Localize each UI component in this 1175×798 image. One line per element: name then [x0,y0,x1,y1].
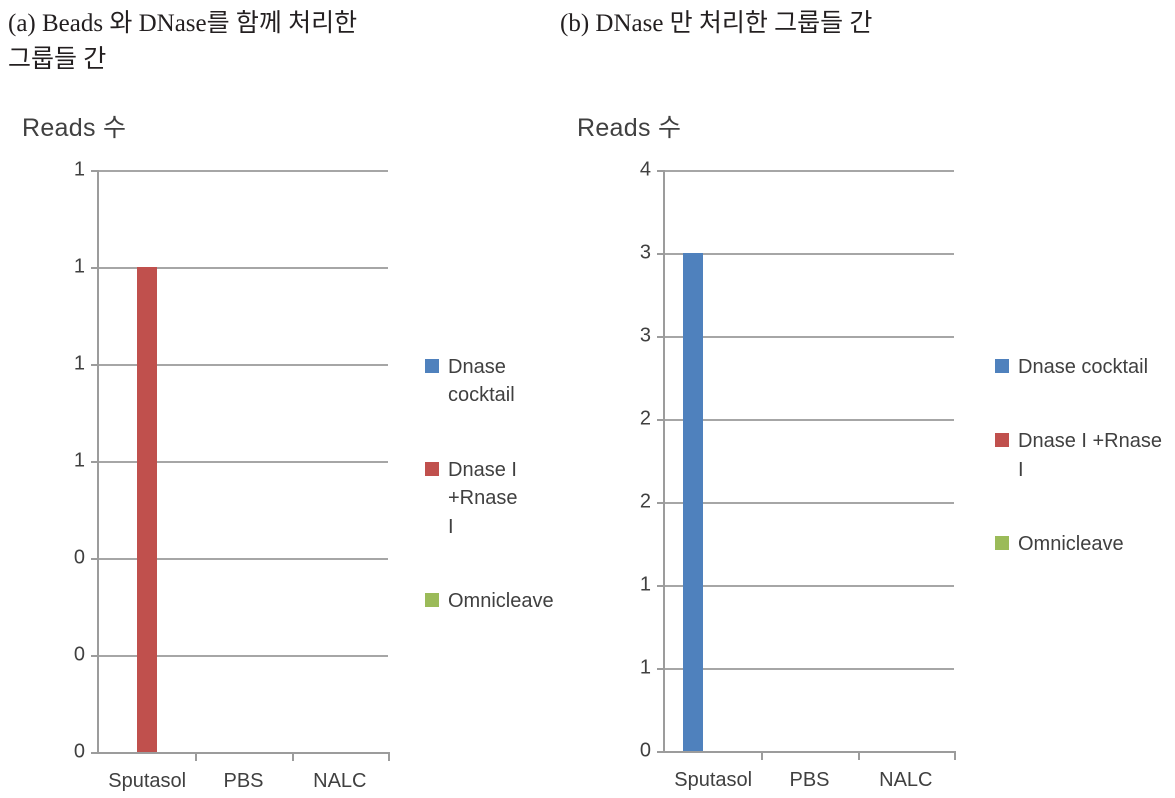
x-axis-tick-label: PBS [789,769,830,791]
legend-item[interactable]: Dnase I +Rnase I [995,427,1173,484]
x-axis-tick-label: PBS [223,770,264,792]
y-axis-tick-mark [657,419,665,421]
y-axis-tick-label: 1 [73,255,85,278]
legend-swatch-icon [425,592,439,607]
bar [683,253,704,751]
gridline [665,253,954,255]
legend-swatch-icon [995,433,1009,448]
chart-a-title: Reads 수 [22,114,127,142]
legend-item-label: Omnicleave [1018,533,1124,556]
y-axis-tick-label: 0 [73,740,85,763]
gridline [665,668,954,670]
y-axis-tick-mark [91,655,99,657]
y-axis-tick-mark [91,170,99,172]
chart-a-legend: Dnase cocktail Dnase I +Rnase I Omnicleave [425,353,575,615]
y-axis-tick-label: 1 [639,573,651,596]
gridline [665,419,954,421]
x-axis-tick-label: Sputasol [108,770,187,792]
x-axis-tick-label: NALC [313,770,367,792]
y-axis-tick-mark [657,751,665,753]
chart-panel-a: Reads 수 1 1 1 1 0 0 0 Sputasol PBS NALC Dnase coc… [0,108,575,798]
x-axis-separator [761,751,764,760]
y-axis-tick-label: 1 [73,158,85,181]
y-axis-tick-mark [657,668,665,670]
y-axis-tick-label: 0 [639,739,651,762]
y-axis-tick-mark [91,558,99,560]
y-axis-tick-mark [91,461,99,463]
chart-b-legend: Dnase cocktail Dnase I +Rnase I Omnicleave [995,353,1173,559]
y-axis-tick-label: 2 [639,407,651,430]
y-axis-tick-label: 3 [639,241,651,264]
x-axis-separator [291,752,294,761]
legend-item-label: Dnase I +Rnase I [1018,430,1162,481]
y-axis-tick-mark [657,336,665,338]
chart-b-plot-area: 4 3 3 2 2 1 1 0 Sputasol PBS NALC [640,159,956,791]
x-axis-tick-label: Sputasol [674,769,753,791]
gridline [99,170,388,172]
y-axis-tick-label: 2 [639,490,651,513]
figure-caption-a: (a) Beads 와 DNase를 함께 처리한 그룹들 간 [8,10,358,74]
legend-swatch-icon [425,461,439,476]
y-axis-tick-label: 0 [73,643,85,666]
gridline [665,585,954,587]
x-axis-separator [195,752,198,761]
gridline [665,336,954,338]
chart-b-title: Reads 수 [577,114,682,142]
x-axis-end-tick [388,752,390,761]
y-axis-tick-label: 4 [639,158,651,181]
x-axis-separator [857,751,860,760]
y-axis-tick-mark [657,253,665,255]
legend-swatch-icon [995,536,1009,551]
y-axis-tick-label: 3 [639,324,651,347]
y-axis-tick-mark [91,752,99,754]
legend-item[interactable]: Omnicleave [995,530,1173,558]
bar [137,267,158,752]
y-axis-tick-label: 1 [639,656,651,679]
chart-a-plot-area: 1 1 1 1 0 0 0 Sputasol PBS NALC [74,159,390,792]
legend-item-label: Dnase cocktail [1018,356,1149,378]
legend-swatch-icon [425,359,439,373]
legend-item[interactable]: Dnase cocktail [995,353,1173,381]
chart-panel-b: Reads 수 4 3 3 2 2 1 1 0 Sputasol PBS NALC Dnase co… [555,108,1175,798]
y-axis-tick-mark [91,267,99,269]
gridline [665,502,954,504]
y-axis-tick-label: 0 [73,546,85,569]
y-axis-tick-mark [657,502,665,504]
legend-item[interactable]: Dnase I +Rnase I [425,456,575,541]
y-axis-tick-mark [91,364,99,366]
legend-item[interactable]: Omnicleave [425,587,575,615]
x-axis-end-tick [954,751,956,760]
gridline [665,170,954,172]
figure-caption-b: (b) DNase 만 처리한 그룹들 간 [560,10,873,37]
y-axis-tick-label: 1 [73,449,85,472]
legend-swatch-icon [995,359,1009,373]
x-axis-tick-label: NALC [879,769,933,791]
legend-item[interactable]: Dnase cocktail [425,353,575,410]
y-axis-tick-mark [657,585,665,587]
y-axis-tick-mark [657,170,665,172]
y-axis-tick-label: 1 [73,352,85,375]
